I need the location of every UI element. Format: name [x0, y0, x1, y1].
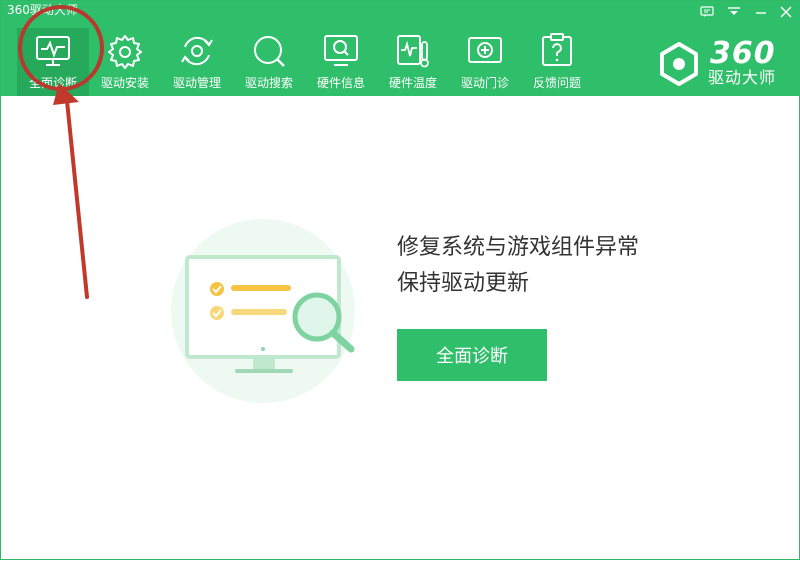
main-nav: 全面诊断 驱动安装 驱动管理 驱动搜索 硬件信息 硬件温度 驱动门诊 反馈问题 — [17, 28, 593, 96]
tab-feedback[interactable]: 反馈问题 — [521, 28, 593, 96]
tab-label: 全面诊断 — [28, 76, 77, 90]
tab-label: 驱动管理 — [172, 76, 221, 90]
tab-full-diagnosis[interactable]: 全面诊断 — [17, 28, 89, 96]
gear-icon — [108, 35, 142, 69]
full-diagnosis-button[interactable]: 全面诊断 — [397, 329, 547, 381]
brand-logo: 360 驱动大师 — [656, 39, 786, 89]
search-icon — [254, 36, 285, 67]
tab-driver-install[interactable]: 驱动安装 — [89, 28, 161, 96]
tab-label: 驱动门诊 — [460, 76, 509, 90]
diagnosis-illustration — [171, 219, 355, 403]
tab-driver-search[interactable]: 驱动搜索 — [233, 28, 305, 96]
monitor-pulse-icon — [36, 36, 70, 66]
menu-icon[interactable] — [725, 5, 743, 19]
monitor-search-icon — [324, 35, 358, 66]
logo-name: 驱动大师 — [708, 68, 777, 87]
logo-number: 360 — [710, 36, 776, 71]
tab-hardware-info[interactable]: 硬件信息 — [305, 28, 377, 96]
tab-driver-clinic[interactable]: 驱动门诊 — [449, 28, 521, 96]
refresh-gear-icon — [181, 36, 213, 66]
minimize-icon[interactable] — [752, 5, 770, 19]
tab-label: 驱动安装 — [100, 76, 149, 90]
top-bar: 360驱动大师 全面诊断 驱动安装 驱动管理 驱动搜索 硬件信息 硬件温度 驱动… — [1, 1, 800, 96]
tab-label: 反馈问题 — [532, 76, 581, 90]
annotation-arrow-shaft — [65, 99, 89, 299]
thermometer-icon — [397, 35, 429, 68]
tab-label: 驱动搜索 — [244, 76, 293, 90]
tab-driver-manage[interactable]: 驱动管理 — [161, 28, 233, 96]
question-clipboard-icon — [542, 33, 572, 66]
feedback-icon[interactable] — [698, 5, 716, 19]
close-icon[interactable] — [777, 5, 795, 19]
subline: 保持驱动更新 — [397, 271, 530, 296]
app-window: 360驱动大师 全面诊断 驱动安装 驱动管理 驱动搜索 硬件信息 硬件温度 驱动… — [0, 0, 800, 560]
tab-hardware-temp[interactable]: 硬件温度 — [377, 28, 449, 96]
window-title: 360驱动大师 — [7, 3, 78, 17]
tab-label: 硬件信息 — [316, 76, 365, 90]
medical-kit-icon — [468, 37, 502, 63]
logo-icon — [660, 42, 698, 86]
tab-label: 硬件温度 — [388, 76, 437, 90]
headline: 修复系统与游戏组件异常 — [397, 235, 640, 260]
